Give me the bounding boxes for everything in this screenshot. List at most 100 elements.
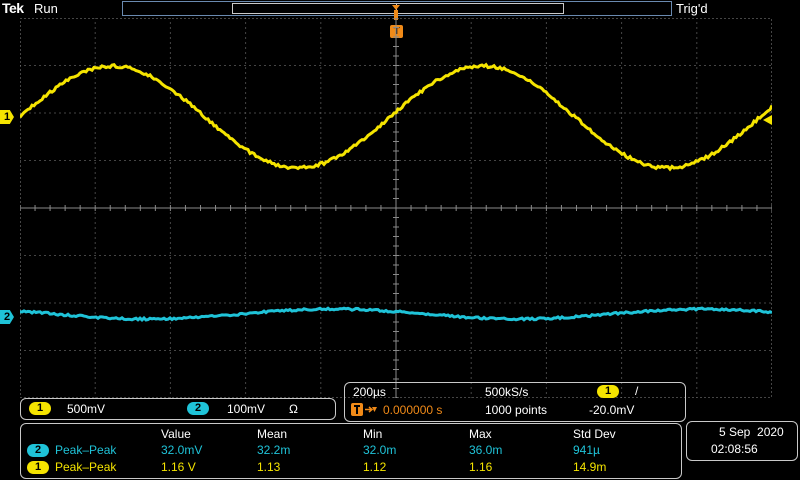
graticule-dot xyxy=(365,255,366,256)
graticule-dot xyxy=(80,160,81,161)
graticule-dot xyxy=(471,103,472,104)
graticule-dot xyxy=(320,343,321,344)
graticule-dot xyxy=(240,160,241,161)
trigger-position-value[interactable]: 0.000000 s xyxy=(383,403,442,417)
graticule-dot xyxy=(755,303,756,304)
graticule-dot xyxy=(170,58,171,59)
graticule-dot xyxy=(320,278,321,279)
graticule-dot xyxy=(170,263,171,264)
graticule-dot xyxy=(700,350,701,351)
graticule-dot xyxy=(471,303,472,304)
graticule-dot xyxy=(621,63,622,64)
graticule-dot xyxy=(696,63,697,64)
meas-row-min: 32.0m xyxy=(363,443,396,457)
graticule-dot xyxy=(621,33,622,34)
graticule-dot xyxy=(240,350,241,351)
graticule-dot xyxy=(90,303,91,304)
graticule-dot xyxy=(320,238,321,239)
graticule-dot xyxy=(621,283,622,284)
graticule-dot xyxy=(595,350,596,351)
graticule-dot xyxy=(546,278,547,279)
graticule-dot xyxy=(35,113,36,114)
graticule-dot xyxy=(471,128,472,129)
ch1-scale[interactable]: 500mV xyxy=(67,402,105,416)
graticule-dot xyxy=(60,255,61,256)
graticule-dot xyxy=(320,383,321,384)
ch1-ground-marker[interactable]: 1 xyxy=(0,110,14,124)
horizontal-scale[interactable]: 200µs xyxy=(353,385,386,399)
graticule-dot xyxy=(540,113,541,114)
meas-row-label[interactable]: Peak–Peak xyxy=(55,443,116,457)
trigger-source-badge[interactable]: 1 xyxy=(597,385,619,398)
graticule-dot xyxy=(600,303,601,304)
graticule-dot xyxy=(696,28,697,29)
graticule-dot xyxy=(255,255,256,256)
graticule-dot xyxy=(275,160,276,161)
graticule-dot xyxy=(471,378,472,379)
graticule-dot xyxy=(465,113,466,114)
graticule-dot xyxy=(30,303,31,304)
graticule-dot xyxy=(471,118,472,119)
graticule-dot xyxy=(580,113,581,114)
trigger-slope-icon[interactable]: / xyxy=(635,384,638,398)
graticule-dot xyxy=(75,160,76,161)
measurements-panel[interactable]: Value Mean Min Max Std Dev 2 Peak–Peak 3… xyxy=(20,423,682,479)
graticule-dot xyxy=(471,198,472,199)
graticule-dot xyxy=(320,68,321,69)
graticule-dot xyxy=(245,160,246,161)
graticule-dot xyxy=(250,160,251,161)
ch2-ground-marker[interactable]: 2 xyxy=(0,310,14,324)
graticule-dot xyxy=(130,255,131,256)
graticule-dot xyxy=(370,303,371,304)
graticule-dot xyxy=(320,393,321,394)
graticule-dot xyxy=(170,63,171,64)
graticule-dot xyxy=(375,303,376,304)
ch2-scale[interactable]: 100mV xyxy=(227,402,265,416)
graticule-dot xyxy=(220,303,221,304)
graticule-dot xyxy=(330,303,331,304)
graticule-dot xyxy=(55,160,56,161)
date-time-panel[interactable]: 5 Sep 2020 02:08:56 xyxy=(686,421,798,461)
ch1-badge[interactable]: 1 xyxy=(29,402,51,415)
graticule-dot xyxy=(240,303,241,304)
graticule-dot xyxy=(355,160,356,161)
trigger-level[interactable]: -20.0mV xyxy=(589,403,634,417)
graticule-dot xyxy=(540,255,541,256)
graticule-dot xyxy=(355,255,356,256)
graticule-dot xyxy=(110,160,111,161)
graticule-dot xyxy=(415,255,416,256)
graticule-dot xyxy=(170,38,171,39)
trigger-level-arrow-icon[interactable] xyxy=(761,114,773,126)
graticule-dot xyxy=(45,350,46,351)
graticule-dot xyxy=(610,303,611,304)
graticule-dot xyxy=(530,350,531,351)
meas-row-label[interactable]: Peak–Peak xyxy=(55,460,116,474)
graticule-dot xyxy=(546,168,547,169)
graticule-dot xyxy=(696,173,697,174)
graticule-dot xyxy=(720,255,721,256)
graticule-dot xyxy=(505,303,506,304)
meas-row-std-dev: 941µ xyxy=(573,443,600,457)
graticule-dot xyxy=(85,160,86,161)
graticule-dot xyxy=(250,113,251,114)
waveform-graticule[interactable] xyxy=(20,18,772,398)
graticule-dot xyxy=(605,65,606,66)
graticule-dot xyxy=(590,160,591,161)
graticule-dot xyxy=(320,18,321,19)
graticule-dot xyxy=(135,303,136,304)
ch2-badge[interactable]: 2 xyxy=(187,402,209,415)
acquisition-run-state[interactable]: Run xyxy=(34,1,58,16)
graticule-dot xyxy=(590,350,591,351)
graticule-dot xyxy=(80,113,81,114)
graticule-dot xyxy=(475,255,476,256)
graticule-dot xyxy=(546,373,547,374)
graticule-dot xyxy=(225,255,226,256)
graticule-dot xyxy=(320,143,321,144)
graticule-dot xyxy=(390,303,391,304)
graticule-dot xyxy=(220,160,221,161)
graticule-dot xyxy=(550,350,551,351)
graticule-dot xyxy=(105,303,106,304)
graticule-dot xyxy=(546,243,547,244)
graticule-dot xyxy=(565,160,566,161)
graticule-dot xyxy=(150,113,151,114)
